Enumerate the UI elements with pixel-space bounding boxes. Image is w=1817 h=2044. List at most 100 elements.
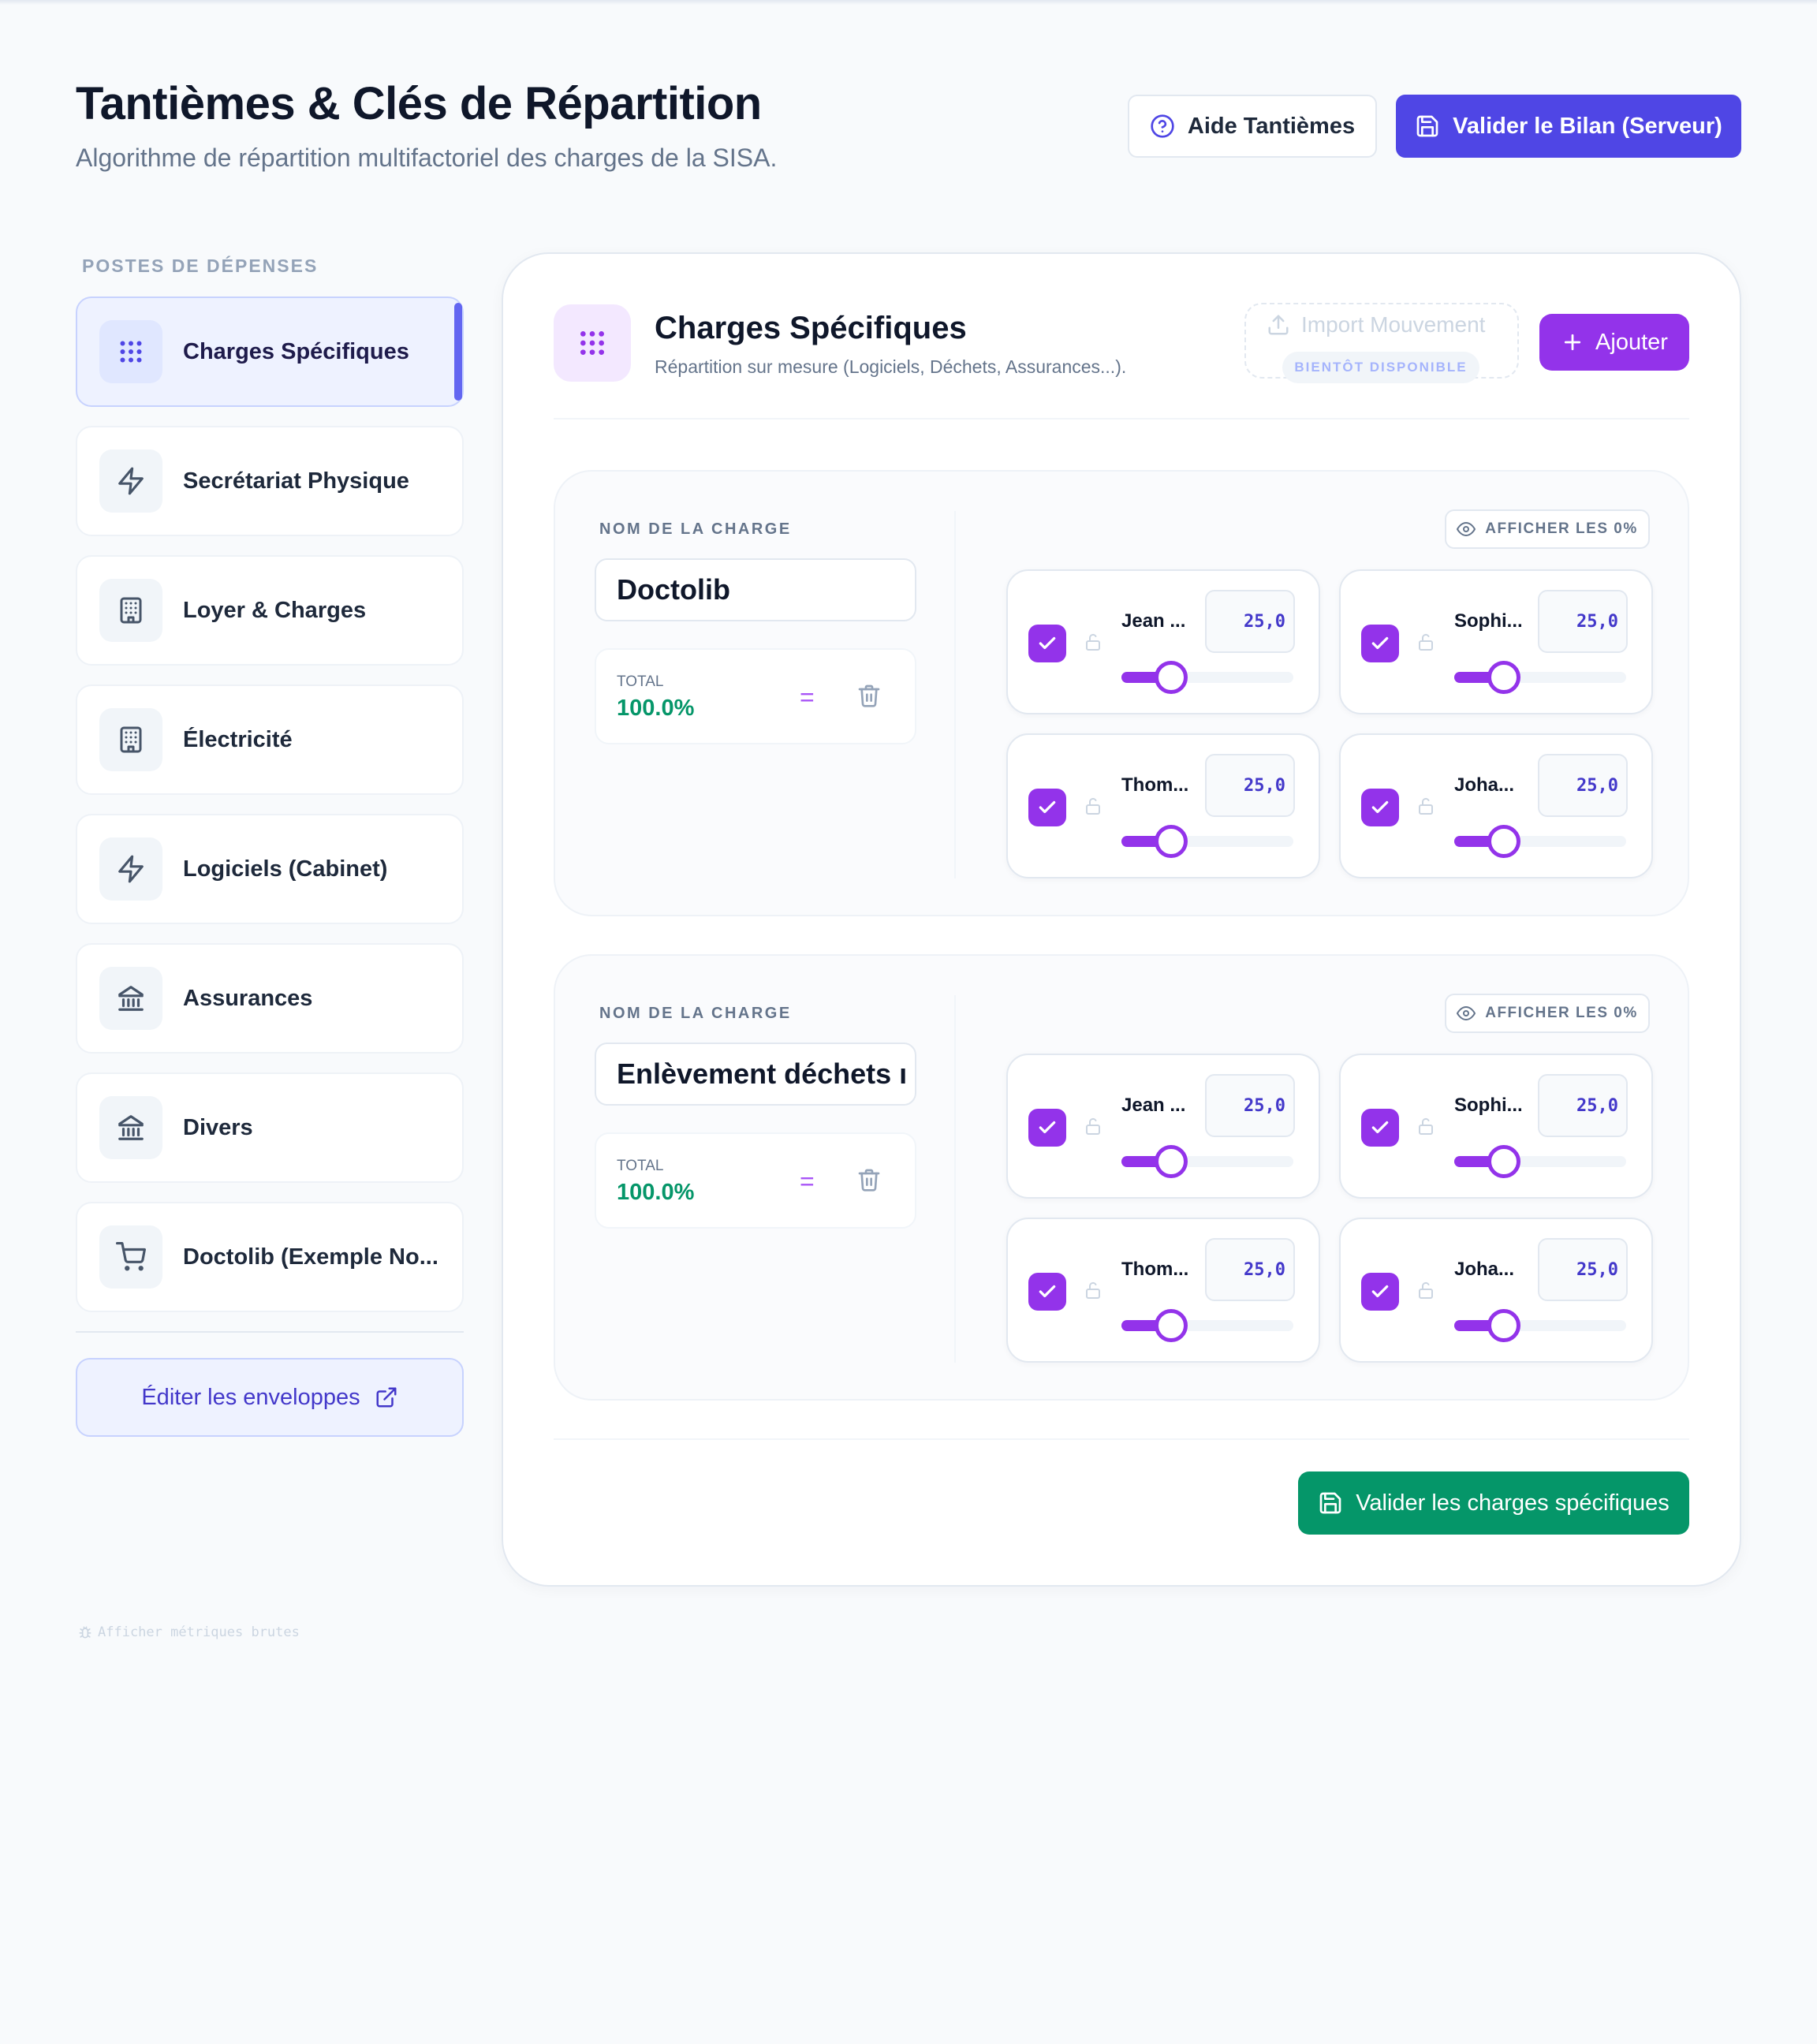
member-checkbox[interactable] <box>1361 625 1399 662</box>
sidebar-item-secretariat-physique[interactable]: Secrétariat Physique <box>76 426 464 536</box>
member-checkbox[interactable] <box>1028 1109 1066 1147</box>
help-circle-icon <box>1151 114 1174 138</box>
member-share-slider[interactable] <box>1454 1309 1626 1342</box>
validate-bilan-button[interactable]: Valider le Bilan (Serveur) <box>1396 95 1741 158</box>
show-zero-label: AFFICHER LES 0% <box>1485 520 1638 537</box>
add-charge-label: Ajouter <box>1595 329 1668 355</box>
trash-icon[interactable] <box>856 683 882 712</box>
member-share-input[interactable]: 25,0 <box>1538 1074 1628 1137</box>
member-share-input[interactable]: 25,0 <box>1538 1238 1628 1301</box>
member-share-slider[interactable] <box>1454 661 1626 694</box>
check-icon <box>1039 1285 1056 1298</box>
add-charge-button[interactable]: Ajouter <box>1539 314 1689 371</box>
member-share-slider[interactable] <box>1121 825 1293 858</box>
footer-divider <box>554 1438 1689 1440</box>
sidebar-item-electricite[interactable]: Électricité <box>76 684 464 795</box>
show-zero-label: AFFICHER LES 0% <box>1485 1005 1638 1021</box>
member-card: Jean ... 25,0 <box>1006 1054 1320 1199</box>
unlock-icon[interactable] <box>1084 796 1103 819</box>
member-share-input[interactable]: 25,0 <box>1205 754 1295 817</box>
slider-thumb[interactable] <box>1487 825 1520 858</box>
member-name: Jean ... <box>1121 1095 1186 1116</box>
sidebar-item-charges-specifiques[interactable]: Charges Spécifiques <box>76 297 464 407</box>
raw-metrics-link[interactable]: Afficher métriques brutes <box>77 1624 300 1640</box>
sidebar-item-label: Charges Spécifiques <box>183 338 409 364</box>
slider-thumb[interactable] <box>1487 661 1520 694</box>
member-share-slider[interactable] <box>1454 1145 1626 1178</box>
member-share-slider[interactable] <box>1121 661 1293 694</box>
section-subtitle: Répartition sur mesure (Logiciels, Déche… <box>655 356 1127 377</box>
plus-icon <box>1564 334 1581 351</box>
unlock-icon[interactable] <box>1416 632 1435 655</box>
charge-name-input[interactable]: Doctolib <box>595 558 916 621</box>
edit-envelopes-button[interactable]: Éditer les enveloppes <box>76 1358 464 1437</box>
trash-icon[interactable] <box>856 1167 882 1196</box>
slider-thumb[interactable] <box>1487 1309 1520 1342</box>
slider-thumb[interactable] <box>1155 825 1188 858</box>
member-checkbox[interactable] <box>1028 625 1066 662</box>
member-checkbox[interactable] <box>1028 1273 1066 1311</box>
member-checkbox[interactable] <box>1361 789 1399 826</box>
charge-divider <box>954 995 956 1363</box>
member-name: Joha... <box>1454 1259 1515 1280</box>
charge-name-label: NOM DE LA CHARGE <box>599 1005 792 1022</box>
unlock-icon[interactable] <box>1084 632 1103 655</box>
member-checkbox[interactable] <box>1361 1273 1399 1311</box>
sidebar-item-label: Loyer & Charges <box>183 597 367 623</box>
sidebar-item-assurances[interactable]: Assurances <box>76 943 464 1054</box>
slider-thumb[interactable] <box>1155 661 1188 694</box>
sidebar-item-label: Divers <box>183 1114 253 1140</box>
save-icon <box>1319 1492 1341 1514</box>
total-label: TOTAL <box>617 1158 664 1174</box>
member-name: Thom... <box>1121 774 1189 796</box>
unlock-icon[interactable] <box>1084 1281 1103 1304</box>
member-share-input[interactable]: 25,0 <box>1538 754 1628 817</box>
member-share-input[interactable]: 25,0 <box>1205 590 1295 653</box>
section-icon <box>554 304 631 382</box>
save-specific-charges-button[interactable]: Valider les charges spécifiques <box>1298 1471 1689 1535</box>
sidebar-divider <box>76 1331 464 1333</box>
equal-split-icon[interactable]: = <box>800 683 815 712</box>
raw-metrics-label: Afficher métriques brutes <box>98 1624 300 1640</box>
slider-thumb[interactable] <box>1487 1145 1520 1178</box>
member-share-input[interactable]: 25,0 <box>1205 1074 1295 1137</box>
sidebar-item-logiciels-cabinet[interactable]: Logiciels (Cabinet) <box>76 814 464 924</box>
save-specific-charges-label: Valider les charges spécifiques <box>1356 1490 1670 1516</box>
member-name: Sophi... <box>1454 610 1523 632</box>
member-share-slider[interactable] <box>1121 1309 1293 1342</box>
bank-icon <box>99 967 162 1030</box>
sidebar-item-doctolib-exemple-no[interactable]: Doctolib (Exemple No... <box>76 1202 464 1312</box>
member-card: Jean ... 25,0 <box>1006 569 1320 714</box>
help-button[interactable]: Aide Tantièmes <box>1128 95 1377 158</box>
sidebar-item-label: Assurances <box>183 985 313 1011</box>
member-share-slider[interactable] <box>1454 825 1626 858</box>
unlock-icon[interactable] <box>1416 1281 1435 1304</box>
charge-block: NOM DE LA CHARGE Doctolib TOTAL 100.0% = AFFI… <box>554 470 1689 916</box>
help-button-label: Aide Tantièmes <box>1187 113 1356 139</box>
member-checkbox[interactable] <box>1028 789 1066 826</box>
member-share-input[interactable]: 25,0 <box>1538 590 1628 653</box>
save-icon <box>1416 115 1438 137</box>
sidebar-item-divers[interactable]: Divers <box>76 1072 464 1183</box>
member-share-slider[interactable] <box>1121 1145 1293 1178</box>
member-checkbox[interactable] <box>1361 1109 1399 1147</box>
check-icon <box>1039 1121 1056 1134</box>
unlock-icon[interactable] <box>1084 1117 1103 1139</box>
member-share-input[interactable]: 25,0 <box>1205 1238 1295 1301</box>
slider-thumb[interactable] <box>1155 1145 1188 1178</box>
edit-envelopes-label: Éditer les enveloppes <box>141 1384 360 1410</box>
import-movement-label: Import Mouvement <box>1301 312 1486 337</box>
show-zero-button[interactable]: AFFICHER LES 0% <box>1445 509 1650 549</box>
charge-name-input[interactable]: Enlèvement déchets ı <box>595 1043 916 1106</box>
unlock-icon[interactable] <box>1416 796 1435 819</box>
equal-split-icon[interactable]: = <box>800 1167 815 1196</box>
check-icon <box>1039 636 1056 650</box>
show-zero-button[interactable]: AFFICHER LES 0% <box>1445 994 1650 1033</box>
charge-total-card: TOTAL 100.0% = <box>595 1132 916 1229</box>
unlock-icon[interactable] <box>1416 1117 1435 1139</box>
sidebar-item-loyer-charges[interactable]: Loyer & Charges <box>76 555 464 666</box>
upload-icon <box>1268 315 1289 335</box>
grid-dots-icon <box>580 331 604 355</box>
grid-dots-icon <box>99 320 162 383</box>
slider-thumb[interactable] <box>1155 1309 1188 1342</box>
